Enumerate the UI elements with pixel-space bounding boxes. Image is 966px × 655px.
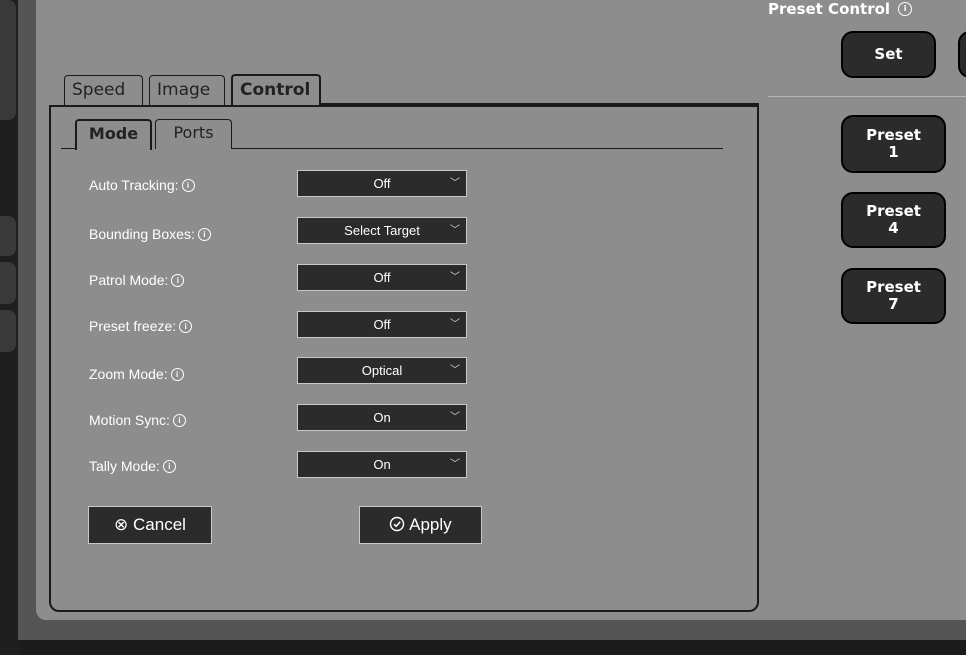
apply-label: Apply [409, 515, 452, 534]
chevron-down-icon: ﹀ [450, 319, 460, 330]
preset-number: 7 [888, 295, 899, 313]
motion-sync-label-text: Motion Sync: [89, 412, 170, 428]
subtab-mode[interactable]: Mode [75, 119, 152, 150]
preset-freeze-label: Preset freeze: i [89, 318, 193, 334]
tally-mode-value: On [373, 457, 391, 472]
info-icon[interactable]: i [179, 319, 193, 333]
bounding-boxes-label: Bounding Boxes: i [89, 226, 211, 242]
preset-freeze-value: Off [373, 317, 391, 332]
patrol-mode-label-text: Patrol Mode: [89, 272, 169, 288]
preset-label: Preset [866, 202, 921, 220]
call-button[interactable] [958, 31, 966, 78]
info-icon[interactable]: i [170, 367, 184, 381]
auto-tracking-value: Off [373, 176, 391, 191]
zoom-mode-select[interactable]: Optical ﹀ [297, 357, 467, 384]
side-handle[interactable] [0, 310, 16, 352]
circle-check-icon [389, 515, 409, 534]
preset-control-title: Preset Control i [768, 0, 913, 18]
motion-sync-label: Motion Sync: i [89, 412, 186, 428]
circle-x-icon: ⊗ [114, 515, 129, 534]
auto-tracking-select[interactable]: Off ﹀ [297, 170, 467, 197]
set-button-label: Set [874, 45, 903, 63]
preset-1-button[interactable]: Preset 1 [841, 115, 946, 173]
preset-label: Preset [866, 126, 921, 144]
chevron-down-icon: ﹀ [450, 412, 460, 423]
chevron-down-icon: ﹀ [450, 459, 460, 470]
auto-tracking-label: Auto Tracking: i [89, 177, 195, 193]
cancel-label: Cancel [133, 515, 186, 534]
info-icon[interactable]: i [197, 227, 211, 241]
set-button[interactable]: Set [841, 31, 936, 78]
subtab-ports[interactable]: Ports [155, 119, 232, 149]
patrol-mode-select[interactable]: Off ﹀ [297, 264, 467, 291]
motion-sync-select[interactable]: On ﹀ [297, 404, 467, 431]
bounding-boxes-value: Select Target [344, 223, 420, 238]
patrol-mode-value: Off [373, 270, 391, 285]
zoom-mode-label: Zoom Mode: i [89, 366, 184, 382]
tally-mode-select[interactable]: On ﹀ [297, 451, 467, 478]
preset-freeze-label-text: Preset freeze: [89, 318, 177, 334]
cancel-button[interactable]: ⊗ Cancel [88, 506, 212, 544]
divider [768, 96, 966, 97]
tab-image[interactable]: Image [149, 75, 225, 105]
preset-label: Preset [866, 278, 921, 296]
subtab-divider [232, 148, 723, 149]
zoom-mode-label-text: Zoom Mode: [89, 366, 168, 382]
preset-number: 4 [888, 219, 899, 237]
chevron-down-icon: ﹀ [450, 178, 460, 189]
info-icon[interactable]: i [181, 178, 195, 192]
preset-control-title-text: Preset Control [768, 0, 891, 18]
apply-button[interactable]: Apply [359, 506, 482, 544]
preset-number: 1 [888, 143, 899, 161]
side-handle[interactable] [0, 216, 16, 256]
info-icon[interactable]: i [898, 1, 913, 16]
bounding-boxes-select[interactable]: Select Target ﹀ [297, 217, 467, 244]
preset-4-button[interactable]: Preset 4 [841, 192, 946, 248]
preset-freeze-select[interactable]: Off ﹀ [297, 311, 467, 338]
info-icon[interactable]: i [172, 413, 186, 427]
subtab-divider [61, 148, 75, 149]
chevron-down-icon: ﹀ [450, 365, 460, 376]
info-icon[interactable]: i [162, 459, 176, 473]
side-handle[interactable] [0, 0, 16, 120]
tally-mode-label-text: Tally Mode: [89, 458, 160, 474]
info-icon[interactable]: i [171, 273, 185, 287]
side-handle[interactable] [0, 262, 16, 304]
motion-sync-value: On [373, 410, 391, 425]
preset-7-button[interactable]: Preset 7 [841, 268, 946, 324]
tab-speed[interactable]: Speed [64, 75, 143, 105]
patrol-mode-label: Patrol Mode: i [89, 272, 185, 288]
tally-mode-label: Tally Mode: i [89, 458, 176, 474]
chevron-down-icon: ﹀ [450, 272, 460, 283]
bounding-boxes-label-text: Bounding Boxes: [89, 226, 195, 242]
auto-tracking-label-text: Auto Tracking: [89, 177, 179, 193]
zoom-mode-value: Optical [361, 363, 403, 378]
tab-control[interactable]: Control [231, 74, 321, 107]
chevron-down-icon: ﹀ [450, 225, 460, 236]
